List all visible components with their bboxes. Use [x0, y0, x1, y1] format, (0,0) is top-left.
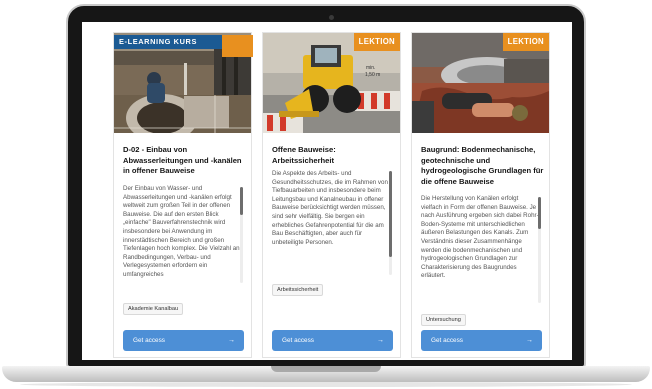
- category-tag[interactable]: Untersuchung: [421, 314, 466, 326]
- arrow-right-icon: →: [228, 337, 235, 344]
- get-access-button[interactable]: Get access →: [272, 330, 393, 351]
- card-description-area[interactable]: Die Herstellung von Kanälen erfolgt viel…: [421, 195, 541, 307]
- card-title: D-02 - Einbau von Abwasserleitungen und …: [123, 145, 242, 175]
- button-label: Get access: [431, 337, 463, 344]
- scrollbar-thumb[interactable]: [389, 171, 392, 257]
- category-tag[interactable]: Akademie Kanalbau: [123, 303, 184, 315]
- card-description-area[interactable]: Die Aspekte des Arbeits- und Gesundheits…: [272, 170, 392, 276]
- button-label: Get access: [282, 337, 314, 344]
- screen: E-LEARNING KURS D-02 - Einbau von Abwass…: [82, 22, 572, 360]
- badge-label: E-LEARNING KURS: [119, 37, 197, 46]
- description-scrollbar[interactable]: [389, 171, 392, 275]
- webcam-icon: [329, 15, 334, 20]
- course-card-baugrund[interactable]: LEKTION Baugrund: Bodenmechanische, geot…: [411, 32, 550, 358]
- card-description: Die Aspekte des Arbeits- und Gesundheits…: [272, 170, 388, 246]
- svg-text:min.: min.: [366, 65, 375, 71]
- get-access-button[interactable]: Get access →: [421, 330, 542, 351]
- laptop-shadow: [20, 382, 632, 387]
- laptop-notch: [271, 366, 381, 372]
- lesson-badge: LEKTION: [502, 33, 549, 51]
- card-title: Baugrund: Bodenmechanische, geotechnisch…: [421, 145, 544, 186]
- svg-text:1,50 m: 1,50 m: [365, 72, 380, 78]
- course-type-badge: E-LEARNING KURS: [114, 35, 253, 57]
- scrollbar-thumb[interactable]: [538, 197, 541, 229]
- arrow-right-icon: →: [526, 337, 533, 344]
- get-access-button[interactable]: Get access →: [123, 330, 244, 351]
- badge-accent: [222, 35, 253, 57]
- arrow-right-icon: →: [377, 337, 384, 344]
- category-tag[interactable]: Arbeitssicherheit: [272, 284, 324, 296]
- card-title: Offene Bauweise: Arbeitssicherheit: [272, 145, 336, 165]
- card-description-area[interactable]: Der Einbau von Wasser- und Abwasserleitu…: [123, 185, 243, 297]
- button-label: Get access: [133, 337, 165, 344]
- card-description: Die Herstellung von Kanälen erfolgt viel…: [421, 195, 539, 280]
- description-scrollbar[interactable]: [538, 197, 541, 303]
- description-scrollbar[interactable]: [240, 187, 243, 283]
- course-card-einbau[interactable]: E-LEARNING KURS D-02 - Einbau von Abwass…: [113, 32, 253, 358]
- course-card-arbeitssicherheit[interactable]: min. 1,50 m LEKTION Offene Bauweise: Arb…: [262, 32, 401, 358]
- card-description: Der Einbau von Wasser- und Abwasserleitu…: [123, 185, 240, 278]
- scrollbar-thumb[interactable]: [240, 187, 243, 215]
- lesson-badge: LEKTION: [353, 33, 400, 51]
